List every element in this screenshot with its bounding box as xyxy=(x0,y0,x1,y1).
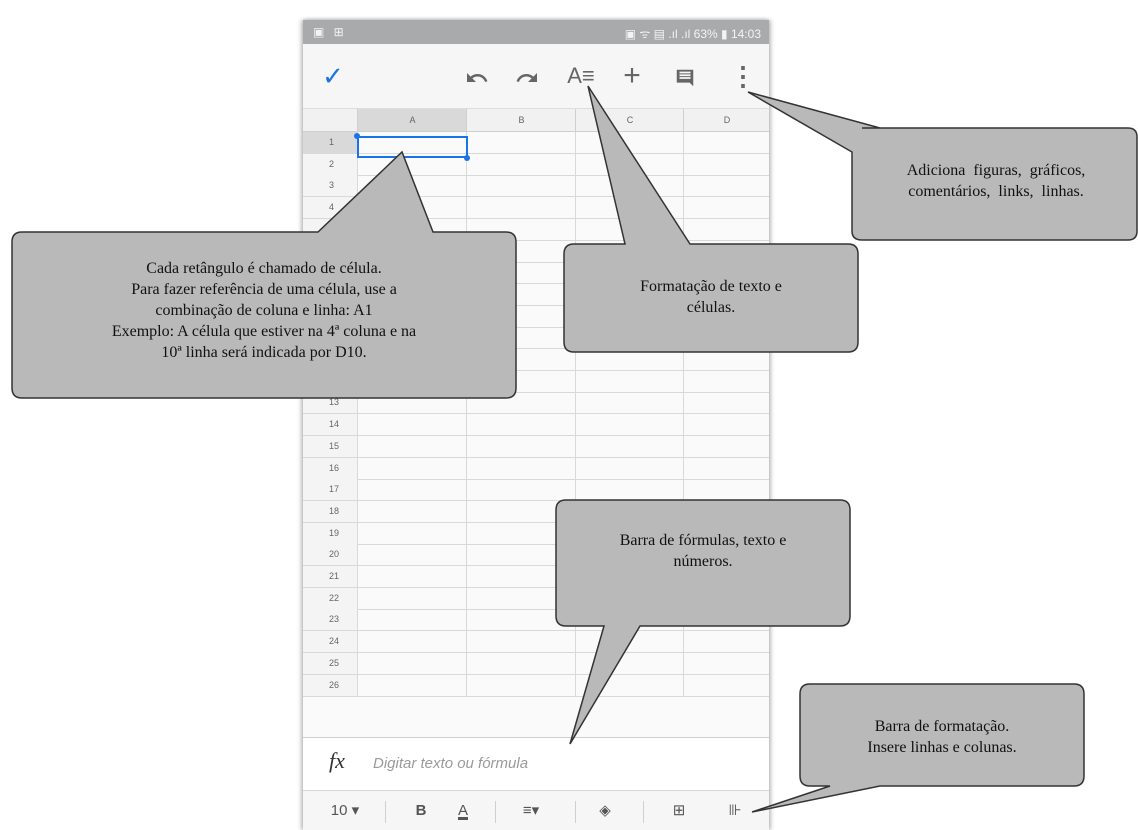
callout-format-bar-shape xyxy=(751,683,1085,813)
callout-line: Barra de formatação. xyxy=(874,718,1010,735)
callout-line: Insere linhas e colunas. xyxy=(867,739,1017,756)
callout-format-bar: Barra de formatação. Insere linhas e col… xyxy=(0,0,1138,830)
callout-format-bar-text: Barra de formatação. Insere linhas e col… xyxy=(802,716,1082,758)
